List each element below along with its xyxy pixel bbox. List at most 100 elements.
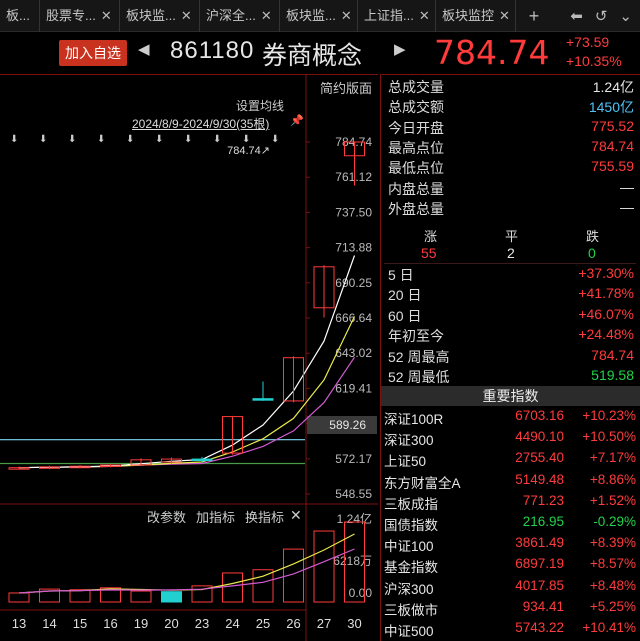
index-change: +10.23% [582, 408, 636, 423]
add-watchlist-button[interactable]: 加入自选 [59, 40, 127, 66]
stat-row: 总成交量 1.24亿 [388, 77, 638, 97]
index-row[interactable]: 上证50 2755.40 +7.17% [384, 450, 638, 471]
index-row[interactable]: 深证100R 6703.16 +10.23% [384, 408, 638, 429]
tab-bar: 板... 股票专... ✕ 板块监... ✕ 沪深全... ✕ 板块监... ✕ 上证指… [0, 0, 640, 32]
period-value: +46.07% [578, 305, 634, 322]
index-row[interactable]: 国债指数 216.95 -0.29% [384, 514, 638, 535]
x-tick-label: 25 [256, 616, 270, 631]
add-indicator-button[interactable]: 加指标 [196, 507, 235, 526]
close-icon[interactable]: ✕ [101, 0, 112, 32]
stat-label: 总成交量 [388, 79, 444, 95]
x-tick-label: 30 [347, 616, 361, 631]
down-label: 跌 [586, 229, 600, 244]
stat-label: 总成交额 [388, 99, 444, 116]
volume-bar [130, 590, 152, 603]
y-tick-label: 548.55 [335, 487, 372, 501]
chevron-down-icon[interactable]: ⌄ [619, 7, 632, 25]
tab-label: 板块监... [126, 8, 176, 23]
stat-row: 内盘总量 — [388, 179, 638, 199]
stat-value: 784.74 [591, 137, 634, 154]
index-row[interactable]: 基金指数 6897.19 +8.57% [384, 556, 638, 577]
switch-indicator-button[interactable]: 换指标 [245, 507, 284, 526]
index-name: 三板做市 [384, 602, 438, 618]
index-name: 深证100R [384, 412, 444, 427]
index-row[interactable]: 中证100 3861.49 +8.39% [384, 535, 638, 556]
period-row: 60 日 +46.07% [388, 306, 638, 326]
index-price: 2755.40 [515, 450, 564, 466]
vol-tick-label: 6218万 [333, 554, 372, 568]
close-icon[interactable]: ✕ [499, 0, 510, 32]
event-marker-icon: ⬇ [97, 134, 105, 145]
tab-0[interactable]: 板... [0, 0, 40, 32]
period-row: 52 周最低 519.58 [388, 367, 638, 387]
period-row: 5 日 +37.30% [388, 265, 638, 285]
volume-bar [222, 572, 243, 603]
close-icon[interactable]: ✕ [419, 0, 430, 32]
y-tick-label: 690.25 [335, 276, 372, 290]
x-tick-label: 20 [164, 616, 178, 631]
period-value: 784.74 [591, 346, 634, 363]
tab-6[interactable]: 板块监控 ✕ [436, 0, 516, 32]
event-marker-icon: ⬇ [271, 134, 279, 145]
x-tick-label: 19 [134, 616, 148, 631]
tab-1[interactable]: 股票专... ✕ [40, 0, 120, 32]
index-change: +7.17% [589, 450, 636, 466]
stat-row: 最高点位 784.74 [388, 138, 638, 158]
index-change: +8.48% [589, 577, 636, 593]
index-price: 5149.48 [515, 471, 564, 487]
tab-5[interactable]: 上证指... ✕ [358, 0, 436, 32]
index-change: +5.25% [589, 598, 636, 614]
stat-value: — [620, 198, 634, 215]
current-price: 784.74 [434, 33, 550, 72]
divider [384, 263, 636, 264]
stat-label: 内盘总量 [388, 180, 444, 197]
indices-title: 重要指数 [381, 386, 640, 406]
flat-label: 平 [505, 229, 519, 244]
index-row[interactable]: 中证500 5743.22 +10.41% [384, 620, 638, 641]
edit-params-button[interactable]: 改参数 [147, 507, 186, 526]
index-name: 国债指数 [384, 518, 438, 533]
y-tick-label: 619.41 [335, 381, 372, 395]
stat-label: 最高点位 [388, 139, 444, 156]
index-name: 东方财富全A [384, 475, 461, 491]
index-row[interactable]: 三板做市 934.41 +5.25% [384, 599, 638, 620]
index-row[interactable]: 三板成指 771.23 +1.52% [384, 493, 638, 514]
index-row[interactable]: 深证300 4490.10 +10.50% [384, 429, 638, 450]
period-label: 52 周最低 [388, 369, 450, 385]
tab-3[interactable]: 沪深全... ✕ [200, 0, 280, 32]
up-label: 涨 [424, 229, 438, 244]
y-tick-label: 761.12 [335, 170, 372, 184]
candlestick-chart[interactable]: 784.74761.12737.50713.88690.25666.64643.… [0, 74, 380, 641]
volume-bar [161, 591, 182, 603]
refresh-icon[interactable]: ↺ [595, 7, 608, 25]
stat-value: 755.59 [591, 158, 634, 175]
period-label: 年初至今 [388, 328, 444, 345]
index-price: 6703.16 [515, 408, 564, 423]
back-arrow-icon[interactable]: ⬅ [570, 7, 583, 25]
period-label: 60 日 [388, 307, 422, 324]
x-tick-label: 23 [195, 616, 209, 631]
stat-value: 1.24亿 [592, 79, 634, 95]
tab-4[interactable]: 板块监... ✕ [280, 0, 358, 32]
volume-bar [252, 569, 274, 603]
x-tick-label: 27 [317, 616, 331, 631]
close-icon[interactable]: ✕ [341, 0, 352, 32]
stat-row: 外盘总量 — [388, 199, 638, 219]
prev-stock-icon[interactable]: ◀ [138, 40, 150, 58]
index-row[interactable]: 沪深300 4017.85 +8.48% [384, 578, 638, 599]
index-row[interactable]: 东方财富全A 5149.48 +8.86% [384, 472, 638, 493]
y-tick-label: 737.50 [335, 205, 372, 219]
window-controls: ⬅ ↺ ⌄ [570, 0, 640, 32]
x-tick-label: 14 [42, 616, 56, 631]
close-icon[interactable]: ✕ [261, 0, 272, 32]
add-tab-icon[interactable]: + [516, 0, 552, 31]
stock-header: 加入自选 ◀ 861180 券商概念 ▶ 784.74 +73.59 +10.3… [0, 33, 640, 73]
tab-2[interactable]: 板块监... ✕ [120, 0, 200, 32]
close-icon[interactable]: ✕ [290, 507, 302, 524]
next-stock-icon[interactable]: ▶ [394, 40, 406, 58]
y-tick-label: 572.17 [335, 452, 372, 466]
close-icon[interactable]: ✕ [181, 0, 192, 32]
tab-label: 上证指... [364, 8, 414, 23]
x-tick-label: 15 [73, 616, 87, 631]
event-marker-icon: ⬇ [39, 134, 47, 145]
